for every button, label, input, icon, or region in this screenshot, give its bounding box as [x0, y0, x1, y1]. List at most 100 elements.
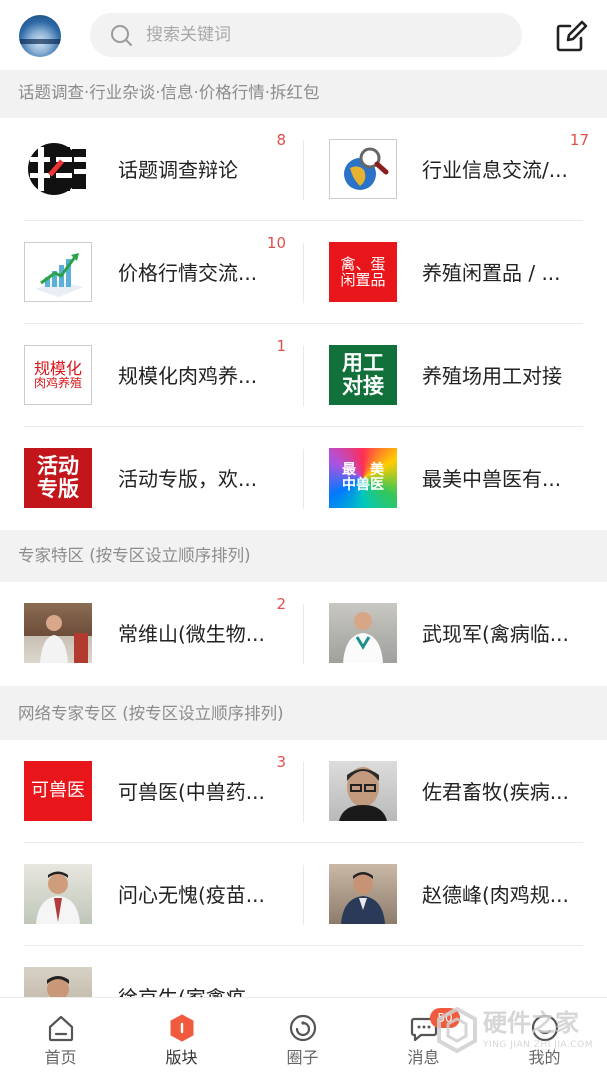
- section-title: 专家特区 (按专区设立顺序排列): [18, 546, 251, 565]
- section-header-experts: 专家特区 (按专区设立顺序排列): [0, 530, 607, 582]
- forum-item-kevet[interactable]: 可兽医 可兽医(中兽药... 3: [0, 740, 290, 843]
- forum-thumbnail: 最 美 中兽医: [329, 448, 397, 508]
- nav-label: 圈子: [286, 1048, 319, 1067]
- person-photo-icon: [36, 871, 80, 924]
- section-header-online-experts: 网络专家专区 (按专区设立顺序排列): [0, 686, 607, 740]
- forum-item-farm-jobs[interactable]: 用工 对接 养殖场用工对接: [304, 324, 594, 427]
- forum-thumbnail: [24, 139, 92, 199]
- forum-name: 常维山(微生物...: [118, 622, 265, 646]
- forum-item-industry-info[interactable]: 行业信息交流/... 17: [304, 118, 594, 221]
- forum-item-xu-jingsheng[interactable]: 徐京生(家禽疫: [0, 946, 290, 997]
- section-title: 网络专家专区 (按专区设立顺序排列): [18, 704, 284, 723]
- forum-name: 可兽医(中兽药...: [118, 780, 265, 804]
- nav-label: 版块: [165, 1048, 198, 1067]
- forum-item-idle-goods[interactable]: 禽、蛋 闲置品 养殖闲置品 / ...: [304, 221, 594, 324]
- forum-row: 问心无愧(疫苗... 赵德峰(肉鸡规...: [0, 843, 607, 946]
- forum-row: 可兽医 可兽医(中兽药... 3 佐君畜牧(疾病...: [0, 740, 607, 843]
- forum-thumbnail: 禽、蛋 闲置品: [329, 242, 397, 302]
- forum-thumbnail: 可兽医: [24, 761, 92, 821]
- forum-item-activity[interactable]: 活动 专版 活动专版，欢...: [0, 427, 290, 530]
- forum-item-zuojun[interactable]: 佐君畜牧(疾病...: [304, 740, 594, 843]
- hexagon-logo-icon: [437, 1007, 477, 1053]
- forum-thumbnail-photo: [24, 967, 92, 997]
- section-header-topics: 话题调查·行业杂谈·信息·价格行情·拆红包: [0, 70, 607, 118]
- edit-icon[interactable]: [554, 18, 590, 54]
- forum-row: 徐京生(家禽疫: [0, 946, 607, 997]
- forum-name: 武现军(禽病临...: [422, 622, 569, 646]
- forum-thumbnail-photo: [24, 603, 92, 663]
- forum-thumbnail: 用工 对接: [329, 345, 397, 405]
- forum-count: 8: [276, 131, 286, 149]
- bar-chart-icon: [35, 253, 83, 297]
- forum-name: 养殖场用工对接: [422, 364, 562, 388]
- forum-thumbnail: 规模化 肉鸡养殖: [24, 345, 92, 405]
- search-placeholder: 搜索关键词: [146, 25, 231, 45]
- forum-thumbnail: [329, 139, 397, 199]
- thumb-line: 中兽医: [342, 477, 384, 493]
- forum-row: 常维山(微生物... 2 武现军(禽病临...: [0, 582, 607, 686]
- person-photo-icon: [339, 767, 387, 821]
- globe-search-icon: [344, 147, 389, 190]
- thumb-line: 闲置品: [340, 271, 386, 289]
- home-icon: [48, 1015, 74, 1042]
- thumb-line: 可兽医: [31, 780, 85, 802]
- forum-thumbnail: 活动 专版: [24, 448, 92, 508]
- forum-count: 1: [276, 337, 286, 355]
- forum-name: 养殖闲置品 / ...: [422, 261, 561, 285]
- forum-row: 规模化 肉鸡养殖 规模化肉鸡养... 1 用工 对接 养殖场用工对接: [0, 324, 607, 427]
- nav-label: 首页: [44, 1048, 77, 1067]
- watermark-subtext: YING JIAN ZHI JIA.COM: [483, 1040, 594, 1050]
- forum-name: 问心无愧(疫苗...: [118, 883, 265, 907]
- boards-icon: [170, 1014, 194, 1042]
- forum-name: 活动专版，欢...: [118, 467, 258, 491]
- top-bar: 搜索关键词: [0, 0, 607, 70]
- forum-name: 话题调查辩论: [118, 158, 238, 182]
- forum-name: 赵德峰(肉鸡规...: [422, 883, 569, 907]
- nav-home[interactable]: 首页: [0, 998, 121, 1080]
- forum-thumbnail-photo: [329, 761, 397, 821]
- forum-name: 价格行情交流...: [118, 261, 258, 285]
- forum-item-price-trends[interactable]: 价格行情交流... 10: [0, 221, 290, 324]
- forum-item-topic-debate[interactable]: 话题调查辩论 8: [0, 118, 290, 221]
- forum-thumbnail-photo: [329, 603, 397, 663]
- forum-count: 3: [276, 753, 286, 771]
- thumb-line: 专版: [37, 477, 79, 501]
- person-photo-icon: [343, 612, 383, 663]
- forum-item-chang-weishan[interactable]: 常维山(微生物... 2: [0, 582, 290, 685]
- forum-name: 行业信息交流/...: [422, 158, 568, 182]
- watermark-text: 硬件之家: [483, 1009, 579, 1037]
- watermark-logo: 硬件之家 YING JIAN ZHI JIA.COM: [437, 1005, 597, 1057]
- thumb-line: 最 美: [342, 461, 384, 478]
- forum-count: 17: [569, 131, 589, 149]
- forum-item-zhao-defeng[interactable]: 赵德峰(肉鸡规...: [304, 843, 594, 946]
- forum-row: 价格行情交流... 10 禽、蛋 闲置品 养殖闲置品 / ...: [0, 221, 607, 324]
- thumb-line: 对接: [342, 374, 384, 398]
- thumb-line: 用工: [342, 350, 384, 375]
- forum-item-wenxin[interactable]: 问心无愧(疫苗...: [0, 843, 290, 946]
- avatar[interactable]: [19, 15, 61, 57]
- forum-item-scale-broiler[interactable]: 规模化 肉鸡养殖 规模化肉鸡养... 1: [0, 324, 290, 427]
- forum-name: 佐君畜牧(疾病...: [422, 780, 569, 804]
- search-input[interactable]: 搜索关键词: [90, 13, 522, 57]
- person-photo-icon: [47, 976, 69, 997]
- thumb-line: 肉鸡养殖: [33, 376, 82, 391]
- forum-row: 话题调查辩论 8 行业信息交流/... 17: [0, 118, 607, 221]
- thumb-line: 活动: [37, 453, 79, 478]
- forum-thumbnail-photo: [329, 864, 397, 924]
- thumb-line: 禽、蛋: [340, 254, 386, 273]
- search-icon: [111, 25, 132, 46]
- forum-count: 2: [276, 595, 286, 613]
- nav-boards[interactable]: 版块: [121, 998, 242, 1080]
- thumb-line: 规模化: [33, 358, 82, 378]
- forum-thumbnail: [24, 242, 92, 302]
- person-photo-icon: [40, 615, 88, 663]
- forum-item-best-vet[interactable]: 最 美 中兽医 最美中兽医有...: [304, 427, 594, 530]
- debate-logo-icon: [28, 143, 86, 195]
- nav-circle[interactable]: 圈子: [242, 998, 363, 1080]
- forum-count: 10: [266, 234, 286, 252]
- forum-name: 规模化肉鸡养...: [118, 364, 258, 388]
- section-title: 话题调查·行业杂谈·信息·价格行情·拆红包: [18, 83, 320, 102]
- forum-name: 最美中兽医有...: [422, 467, 562, 491]
- forum-item-wu-xianjun[interactable]: 武现军(禽病临...: [304, 582, 594, 685]
- forum-name: 徐京生(家禽疫: [118, 984, 288, 997]
